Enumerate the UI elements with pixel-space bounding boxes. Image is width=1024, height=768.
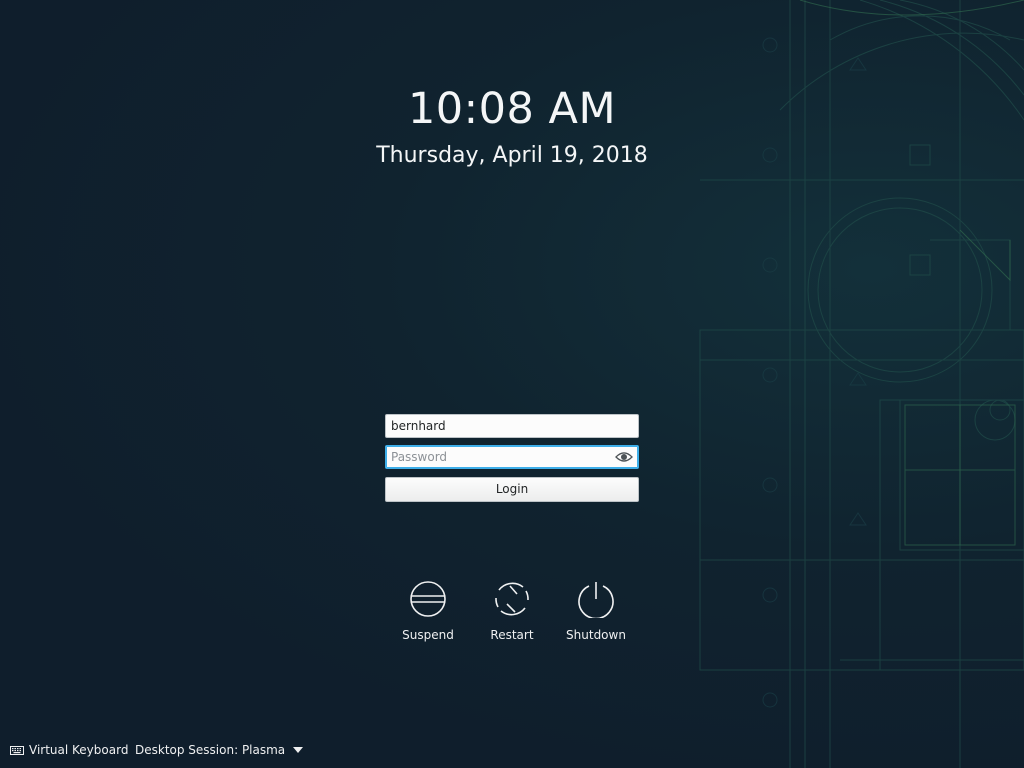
clock-time: 10:08 AM	[407, 84, 617, 134]
chevron-down-icon	[293, 747, 304, 753]
virtual-keyboard-label: Virtual Keyboard	[29, 743, 129, 757]
keyboard-icon	[10, 746, 24, 755]
username-input[interactable]	[391, 415, 601, 437]
desktop-session-label: Desktop Session: Plasma	[135, 743, 286, 757]
footer-bar: Virtual Keyboard Desktop Session: Plasma	[0, 740, 1024, 760]
reveal-password-icon[interactable]	[615, 450, 633, 464]
password-input[interactable]	[391, 446, 601, 468]
password-field[interactable]	[385, 445, 639, 469]
suspend-label: Suspend	[402, 628, 454, 642]
restart-button[interactable]: Restart	[470, 580, 554, 642]
shutdown-label: Shutdown	[566, 628, 626, 642]
suspend-icon	[410, 581, 446, 617]
shutdown-icon	[578, 582, 614, 618]
login-button[interactable]: Login	[385, 477, 639, 502]
restart-label: Restart	[490, 628, 534, 642]
login-screen: 10:08 AM Thursday, April 19, 2018 Login …	[0, 0, 1024, 768]
clock-date: Thursday, April 19, 2018	[376, 143, 648, 168]
virtual-keyboard-button[interactable]: Virtual Keyboard	[10, 741, 128, 759]
desktop-session-selector[interactable]: Desktop Session: Plasma	[135, 741, 304, 759]
restart-icon	[495, 582, 529, 616]
suspend-button[interactable]: Suspend	[386, 580, 470, 642]
username-field[interactable]	[385, 414, 639, 438]
shutdown-button[interactable]: Shutdown	[554, 580, 638, 642]
